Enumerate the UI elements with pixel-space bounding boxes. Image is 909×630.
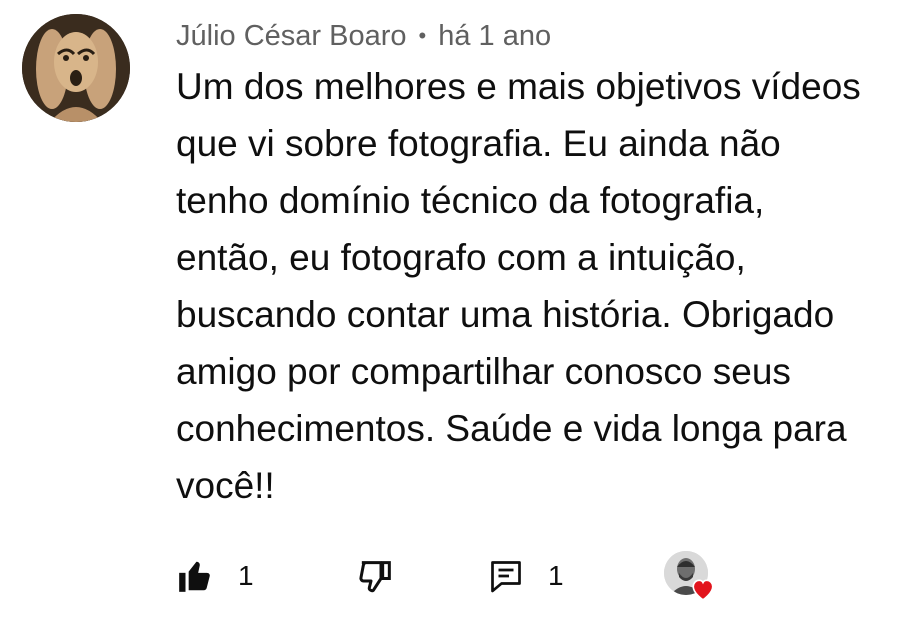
comment-actions: 1 1 bbox=[176, 548, 736, 604]
comment-header: Júlio César Boaro • há 1 ano bbox=[176, 14, 551, 58]
author-avatar[interactable] bbox=[22, 14, 130, 122]
heart-icon bbox=[690, 577, 716, 606]
dislike-button[interactable] bbox=[356, 548, 396, 604]
like-count: 1 bbox=[238, 560, 254, 591]
creator-heart-badge bbox=[664, 551, 716, 603]
comment-icon bbox=[488, 557, 524, 595]
thumbs-down-icon bbox=[356, 556, 396, 596]
thumbs-up-icon bbox=[176, 557, 214, 595]
comment-text: Um dos melhores e mais objetivos vídeos … bbox=[176, 66, 861, 506]
separator-dot: • bbox=[418, 23, 427, 48]
reply-count: 1 bbox=[548, 560, 564, 591]
replies-button[interactable]: 1 bbox=[488, 548, 564, 604]
like-button[interactable]: 1 bbox=[176, 548, 254, 604]
avatar-image bbox=[22, 14, 130, 122]
comment-timestamp[interactable]: há 1 ano bbox=[438, 20, 551, 53]
author-name[interactable]: Júlio César Boaro bbox=[176, 20, 407, 53]
